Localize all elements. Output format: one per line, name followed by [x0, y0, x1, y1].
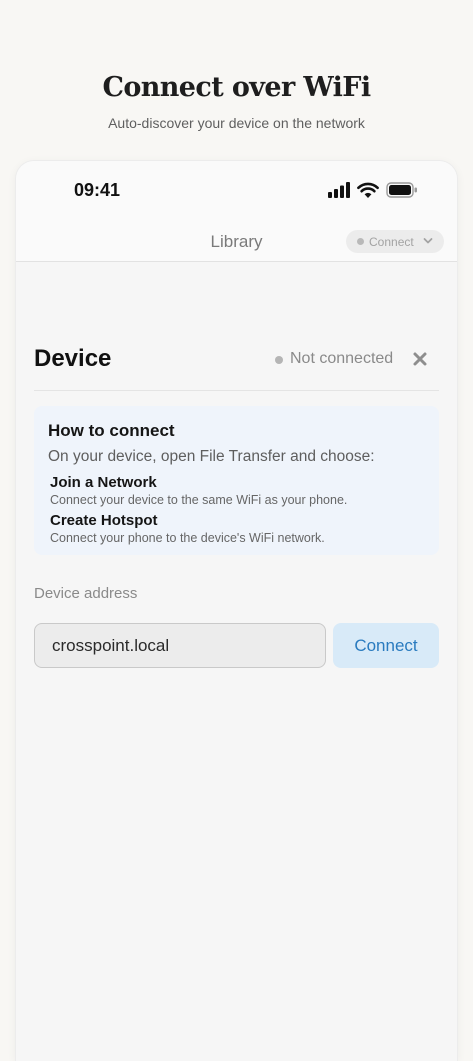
- status-time: 09:41: [74, 180, 121, 200]
- device-address-label: Device address: [34, 585, 138, 602]
- cellular-signal-icon: [328, 182, 350, 198]
- close-icon[interactable]: [412, 351, 428, 367]
- wifi-icon: [357, 182, 379, 198]
- option-desc-create-hotspot: Connect your phone to the device's WiFi …: [50, 531, 325, 545]
- connection-status: Not connected: [290, 350, 394, 367]
- page-title: Connect over WiFi: [102, 72, 371, 103]
- status-bar: 09:41: [16, 161, 457, 221]
- status-dot: [275, 356, 283, 364]
- device-title: Device: [34, 345, 112, 372]
- how-to-connect-box: How to connect On your device, open File…: [34, 406, 439, 555]
- device-address-input[interactable]: [34, 623, 326, 668]
- device-header: Device Not connected: [34, 341, 439, 391]
- connect-button[interactable]: Connect: [333, 623, 439, 668]
- nav-bar: Library Connect: [16, 221, 457, 262]
- page-subtitle: Auto-discover your device on the network: [108, 115, 365, 131]
- how-to-intro: On your device, open File Transfer and c…: [48, 448, 375, 465]
- phone-frame: 09:41 Library Connect Device Not connect…: [16, 161, 457, 1061]
- hero-section: Connect over WiFi Auto-discover your dev…: [0, 0, 473, 160]
- option-title-create-hotspot: Create Hotspot: [50, 512, 158, 529]
- connection-status-dot: [357, 238, 364, 245]
- nav-connect-button[interactable]: Connect: [346, 230, 444, 253]
- option-title-join-network: Join a Network: [50, 474, 157, 491]
- chevron-down-icon: [423, 238, 433, 244]
- option-desc-join-network: Connect your device to the same WiFi as …: [50, 493, 348, 507]
- battery-icon: [386, 182, 417, 198]
- nav-connect-label: Connect: [369, 235, 414, 249]
- how-to-title: How to connect: [48, 421, 175, 440]
